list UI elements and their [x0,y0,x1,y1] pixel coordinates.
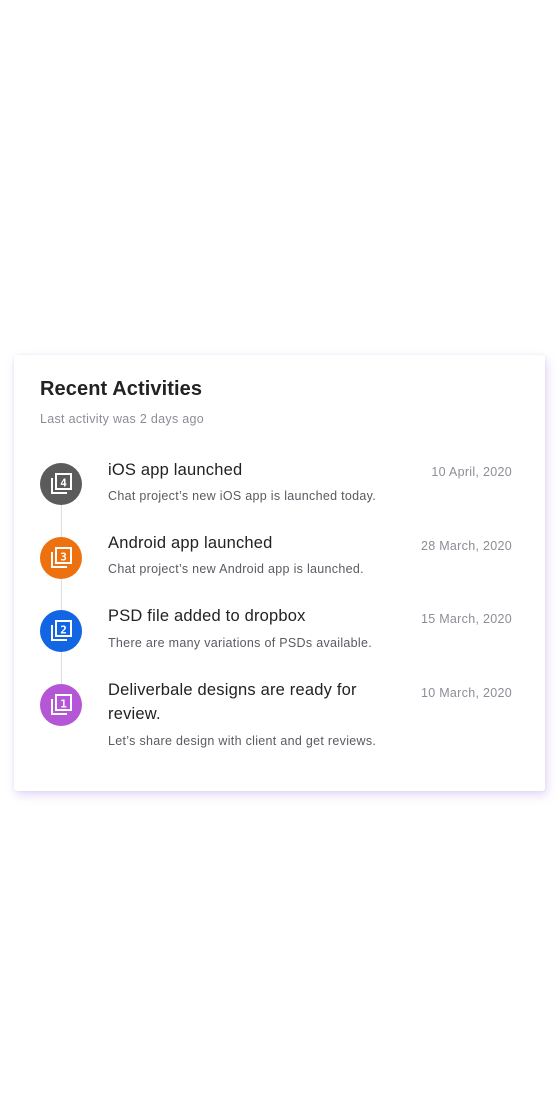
activity-description: Chat project’s new iOS app is launched t… [108,489,377,503]
activity-date: 10 March, 2020 [420,686,512,700]
activity-title: Deliverbale designs are ready for review… [108,681,357,723]
svg-text:2: 2 [60,623,67,636]
filter-3-icon: 3 [40,537,82,579]
filter-2-icon: 2 [40,610,82,652]
activity-description: There are many variations of PSDs availa… [108,636,373,650]
activity-date: 10 April, 2020 [431,465,512,479]
svg-text:3: 3 [60,550,67,563]
svg-text:1: 1 [60,697,67,710]
card-subtitle: Last activity was 2 days ago [40,412,205,426]
activity-title: iOS app launched [108,461,243,479]
recent-activities-card: Recent Activities Last activity was 2 da… [14,355,545,791]
svg-text:4: 4 [60,476,67,489]
timeline-line [61,483,62,705]
filter-1-icon: 1 [40,684,82,726]
activity-title: Android app launched [108,534,273,552]
activity-description: Let’s share design with client and get r… [108,734,377,748]
filter-4-icon: 4 [40,463,82,505]
activity-date: 28 March, 2020 [420,539,512,553]
card-title: Recent Activities [40,378,203,400]
activity-title: PSD file added to dropbox [108,607,306,625]
activity-description: Chat project’s new Android app is launch… [108,562,364,576]
activity-date: 15 March, 2020 [420,612,512,626]
